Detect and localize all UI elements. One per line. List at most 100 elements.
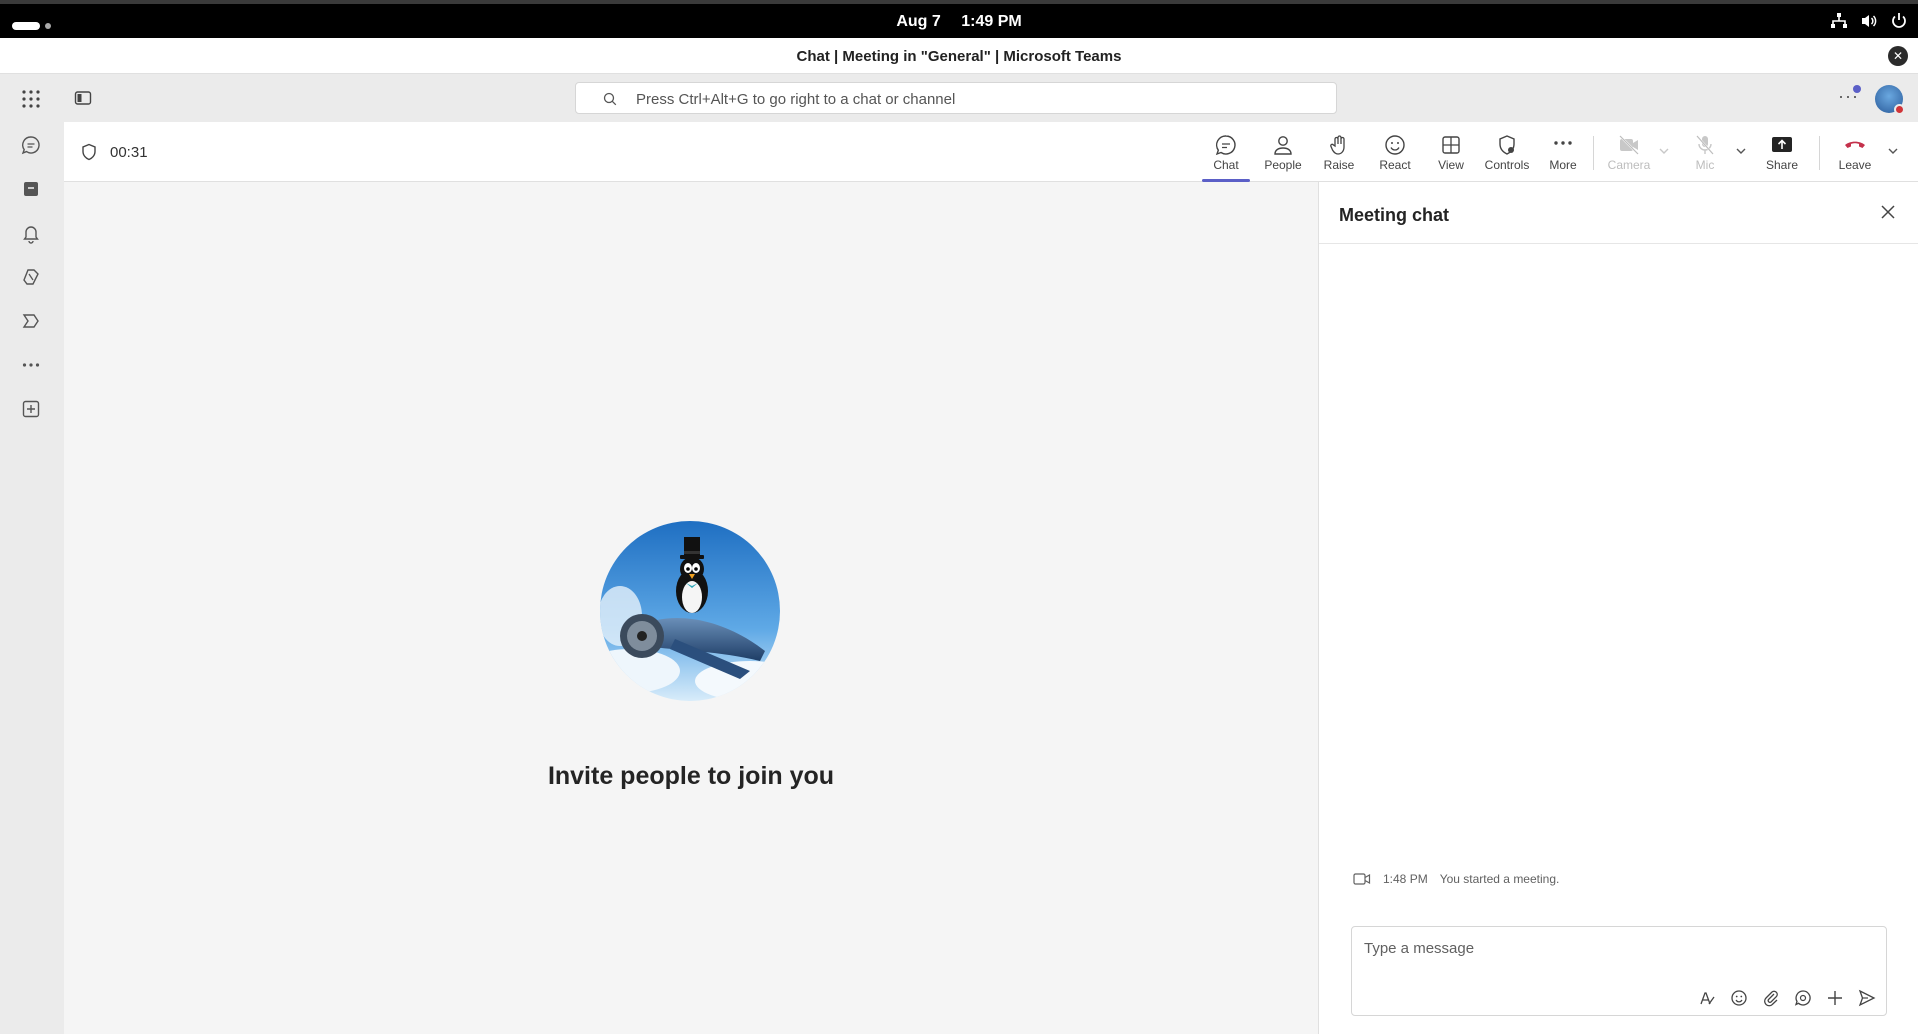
rail-chat[interactable] [20,134,42,156]
rail-planner[interactable] [20,310,42,332]
more-actions-button[interactable]: More [1535,132,1591,176]
toggle-panel-button[interactable] [74,89,92,107]
notification-dot [1853,85,1861,93]
attach-file-button[interactable] [1762,989,1780,1007]
toolbar-divider [1819,136,1820,170]
chevron-down-icon[interactable] [1734,144,1748,158]
chevron-down-icon[interactable] [1657,144,1671,158]
penguin-airplane-avatar-icon [600,521,780,701]
close-icon[interactable] [1880,204,1896,220]
react-label: React [1379,158,1411,172]
os-clock[interactable]: Aug 7 1:49 PM [0,13,1918,31]
calendar-icon [24,182,38,196]
more-horizontal-icon [1554,141,1572,145]
search-input[interactable] [636,88,1316,110]
power-icon [1890,12,1908,35]
chat-panel-title: Meeting chat [1339,205,1450,225]
view-button[interactable]: View [1423,132,1479,176]
app-launcher-button[interactable] [20,88,42,110]
loop-icon [1794,990,1811,1006]
search-box[interactable] [575,82,1337,114]
chat-icon [1215,135,1236,156]
send-button[interactable] [1858,989,1876,1007]
copilot-icon [23,269,39,285]
person-icon [1274,136,1292,155]
meeting-stage: Invite people to join you [64,182,1318,1034]
raise-hand-label: Raise [1323,158,1355,172]
volume-icon [1860,12,1878,35]
more-horizontal-icon [22,363,40,367]
share-label: Share [1765,158,1799,172]
chat-panel-header: Meeting chat [1319,182,1918,244]
toolbar-divider [1593,136,1594,170]
mic-button[interactable]: Mic [1677,132,1733,176]
chat-toggle-button[interactable]: Chat [1198,132,1254,182]
mic-off-icon [1696,135,1714,155]
format-text-button[interactable] [1698,989,1716,1007]
grid-view-icon [1442,136,1460,154]
os-time: 1:49 PM [961,13,1022,30]
rail-copilot[interactable] [20,266,42,288]
rail-more-apps[interactable] [20,354,42,376]
chevron-down-icon[interactable] [1886,144,1900,158]
meeting-timer: 00:31 [110,144,148,161]
controls-label: Controls [1484,158,1530,172]
people-label: People [1264,158,1302,172]
leave-label: Leave [1838,158,1872,172]
format-pen-icon [1700,992,1715,1005]
leave-button[interactable]: Leave [1827,132,1883,176]
view-label: View [1438,158,1464,172]
planner-icon [22,314,39,328]
teams-header: ··· [0,74,1918,122]
hand-icon [1330,135,1345,155]
meeting-chat-panel: Meeting chat 1:48 PM You started a meeti… [1318,182,1918,1034]
paperclip-icon [1764,990,1778,1007]
window-close-button[interactable]: ✕ [1888,46,1908,66]
shield-icon [82,143,96,161]
meeting-started-message: 1:48 PM You started a meeting. [1353,872,1559,886]
emoji-button[interactable] [1730,989,1748,1007]
share-screen-icon [1772,137,1792,152]
system-message-text: You started a meeting. [1439,872,1560,886]
search-icon [603,92,617,106]
video-camera-icon [1353,873,1371,885]
raise-hand-button[interactable]: Raise [1311,132,1367,176]
message-composer[interactable] [1351,926,1887,1016]
network-icon [1830,12,1848,35]
react-button[interactable]: React [1367,132,1423,176]
message-input[interactable] [1364,937,1864,959]
smiley-icon [1385,135,1405,155]
rail-calendar[interactable] [20,178,42,200]
shield-settings-icon [1499,135,1515,155]
participant-avatar [600,521,780,701]
window-title: Chat | Meeting in "General" | Microsoft … [796,48,1122,65]
profile-avatar[interactable] [1875,85,1905,115]
composer-toolbar [1698,989,1876,1007]
people-button[interactable]: People [1255,132,1311,176]
controls-button[interactable]: Controls [1479,132,1535,176]
waffle-icon [22,90,40,108]
camera-label: Camera [1607,158,1651,172]
add-action-button[interactable] [1826,989,1844,1007]
os-date: Aug 7 [896,13,941,30]
more-actions-label: More [1549,158,1577,172]
bell-icon [23,226,39,244]
loop-component-button[interactable] [1794,989,1812,1007]
mic-label: Mic [1695,158,1715,172]
rail-add-apps[interactable] [20,398,42,420]
invite-people-text: Invite people to join you [547,762,835,790]
meeting-toolbar: 00:31 Chat People Raise React View Contr… [64,122,1918,182]
chat-toggle-label: Chat [1213,158,1239,172]
system-tray[interactable] [1830,12,1908,35]
app-rail [0,122,64,1034]
rail-activity[interactable] [20,222,42,244]
window-title-bar: Chat | Meeting in "General" | Microsoft … [0,38,1918,74]
close-icon: ✕ [1892,49,1904,63]
add-app-icon [22,400,40,418]
os-top-bar: Aug 7 1:49 PM [0,0,1918,38]
hang-up-icon [1845,141,1865,148]
camera-button[interactable]: Camera [1601,132,1657,176]
camera-off-icon [1619,135,1639,155]
chat-bubble-icon [21,136,40,155]
share-button[interactable]: Share [1754,132,1810,176]
